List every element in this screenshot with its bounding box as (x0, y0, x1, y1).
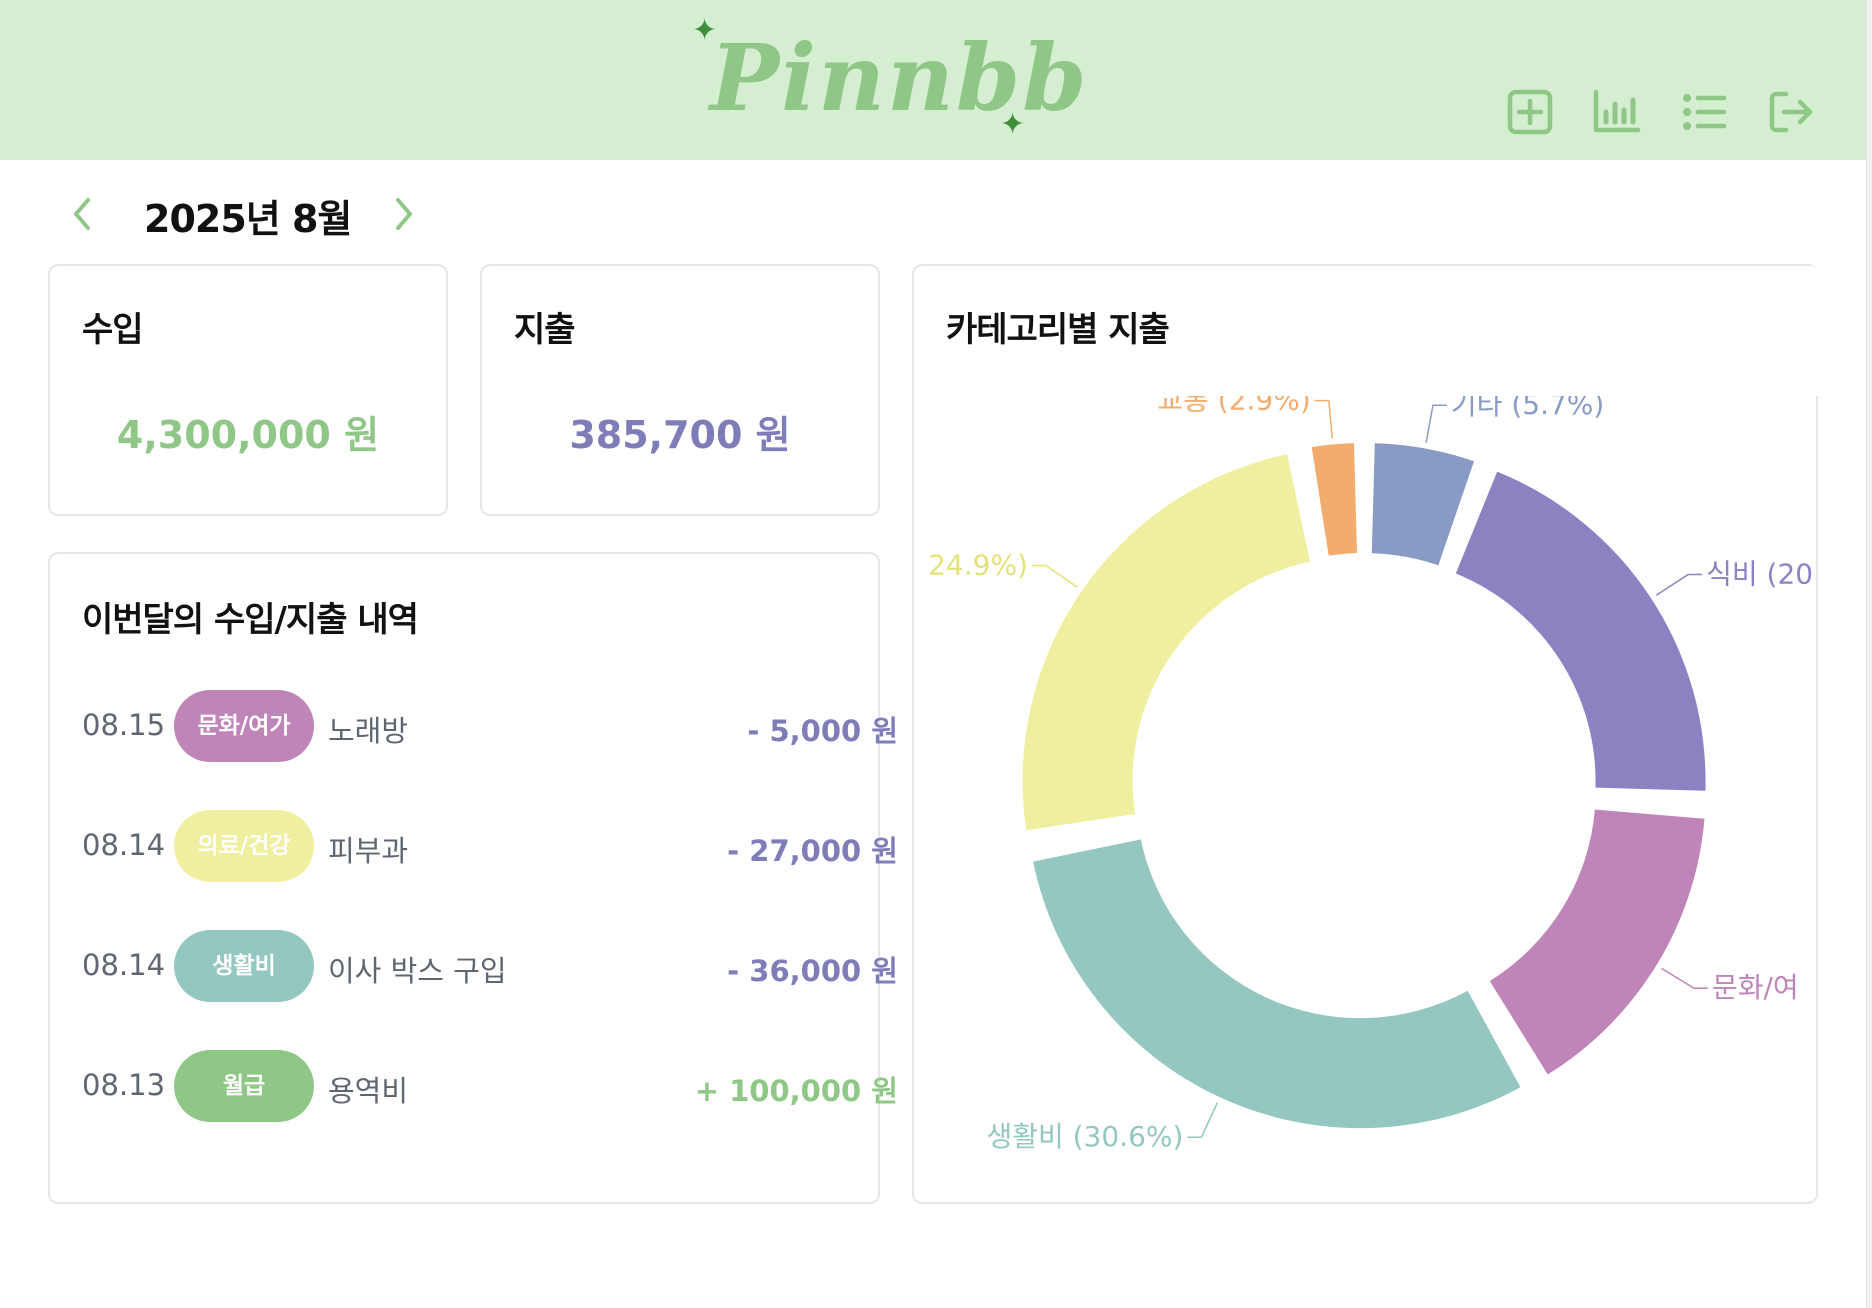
sparkle-icon: ✦ (1000, 107, 1026, 142)
transactions-card: 이번달의 수입/지출 내역 08.15 문화/여가 노래방 - 5,000 원 … (48, 552, 898, 1204)
next-month-button[interactable] (384, 192, 424, 236)
slice-생활비[interactable] (1033, 839, 1521, 1129)
slice-의료/건강[interactable] (1022, 454, 1310, 831)
leader-line-의료/건강 (1031, 564, 1078, 588)
transaction-date: 08.14 (82, 828, 166, 862)
list-button[interactable] (1678, 86, 1730, 138)
expense-amount: 385,700 원 (569, 413, 791, 457)
category-donut-chart: 기타 (5.7%)식비 (20문화/여생활비 (30.6%)24.9%)교통 (… (914, 266, 1820, 1153)
leader-line-식비 (1655, 573, 1703, 596)
transactions-title: 이번달의 수입/지출 내역 (82, 600, 419, 640)
category-badge[interactable]: 의료/건강 (174, 810, 314, 882)
chart-icon (1593, 89, 1641, 133)
chevron-left-icon (74, 198, 90, 230)
expense-summary-card: 지출 385,700 원 (480, 264, 880, 516)
slice-교통[interactable] (1311, 443, 1358, 556)
slice-label-문화/여가: 문화/여 (1712, 971, 1799, 1004)
add-icon (1507, 89, 1553, 135)
transaction-description: 이사 박스 구입 (328, 954, 507, 988)
transaction-date: 08.13 (82, 1068, 166, 1102)
leader-line-기타 (1425, 404, 1447, 443)
logo-wordmark: Pinnbb (710, 24, 1089, 132)
transaction-row[interactable]: 08.14 생활비 이사 박스 구입 - 36,000 원 (82, 930, 898, 1002)
transaction-row[interactable]: 08.14 의료/건강 피부과 - 27,000 원 (82, 810, 898, 882)
slice-label-식비: 식비 (20 (1706, 558, 1813, 591)
category-chart-card: 기타 (5.7%) 식비 (20 문화/여 생활비 (30.6%) 24.9%) 교통 (… (912, 264, 1820, 1204)
slice-문화/여가[interactable] (1489, 809, 1705, 1075)
list-icon (1683, 94, 1727, 130)
expense-title: 지출 (514, 310, 576, 350)
prev-month-button[interactable] (62, 192, 102, 236)
current-month-label: 2025년 8월 (144, 197, 352, 241)
chevron-right-icon (396, 198, 412, 230)
leader-line-교통 (1314, 399, 1333, 439)
logout-button[interactable] (1766, 86, 1818, 138)
category-badge[interactable]: 월급 (174, 1050, 314, 1122)
transaction-description: 피부과 (328, 834, 409, 868)
leader-line-문화/여가 (1661, 967, 1708, 989)
transaction-date: 08.14 (82, 948, 166, 982)
slice-기타[interactable] (1371, 443, 1475, 566)
transaction-amount: - 5,000 원 (747, 714, 898, 748)
transaction-row[interactable]: 08.15 문화/여가 노래방 - 5,000 원 (82, 690, 898, 762)
transaction-row[interactable]: 08.13 월급 용역비 + 100,000 원 (82, 1050, 898, 1122)
category-badge[interactable]: 생활비 (174, 930, 314, 1002)
scrollbar[interactable] (1866, 0, 1872, 1308)
transaction-amount: + 100,000 원 (694, 1074, 898, 1108)
month-navigator: 2025년 8월 (62, 182, 442, 242)
transaction-amount: - 36,000 원 (727, 954, 898, 988)
logout-icon (1769, 91, 1813, 133)
income-title: 수입 (82, 310, 144, 350)
transaction-description: 용역비 (328, 1074, 409, 1108)
chart-area: 기타 (5.7%) 식비 (20 문화/여 생활비 (30.6%) 24.9%) 교통 (… (914, 266, 1820, 1202)
income-amount: 4,300,000 원 (116, 413, 380, 457)
leader-line-생활비 (1187, 1102, 1219, 1138)
income-summary-card: 수입 4,300,000 원 (48, 264, 448, 516)
category-badge[interactable]: 문화/여가 (174, 690, 314, 762)
add-entry-button[interactable] (1504, 86, 1556, 138)
slice-label-생활비: 생활비 (30.6%) (986, 1120, 1183, 1153)
app-header: ✦ Pinnbb ✦ (0, 0, 1866, 160)
app-logo[interactable]: ✦ Pinnbb ✦ (680, 10, 1087, 150)
transaction-amount: - 27,000 원 (727, 834, 898, 868)
slice-식비[interactable] (1455, 471, 1706, 791)
slice-label-의료/건강: 24.9%) (928, 548, 1028, 581)
transaction-date: 08.15 (82, 708, 166, 742)
chart-title: 카테고리별 지출 (946, 310, 1170, 350)
transaction-description: 노래방 (328, 714, 409, 748)
statistics-button[interactable] (1590, 86, 1642, 138)
